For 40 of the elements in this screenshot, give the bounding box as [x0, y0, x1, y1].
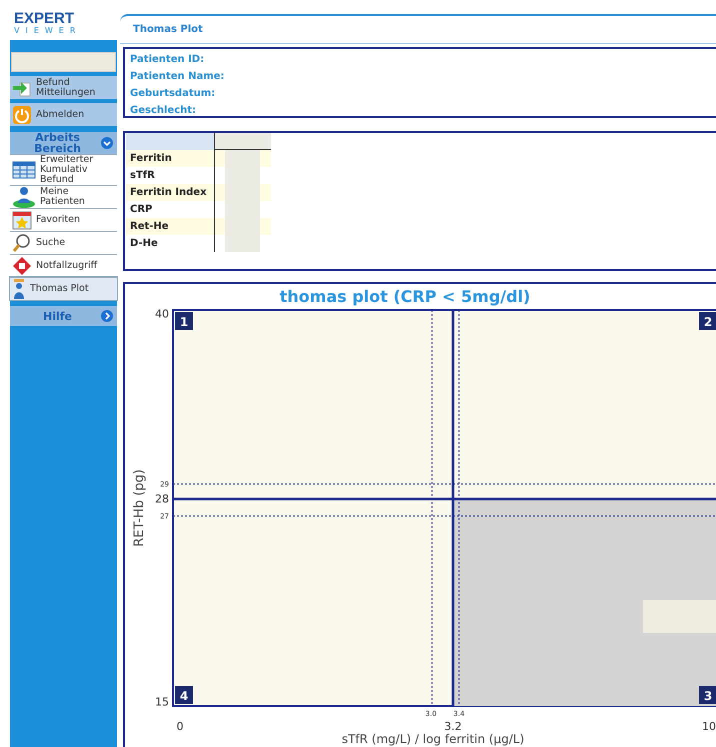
search-field[interactable]	[11, 52, 116, 72]
nav-item[interactable]: Thomas Plot	[10, 277, 117, 300]
quadrant-number: 2	[699, 312, 716, 330]
nav-item[interactable]: Erweiterter Kumulativ Befund	[10, 154, 117, 185]
nav-item[interactable]: Meine Patienten	[10, 185, 117, 208]
power-icon	[12, 104, 32, 124]
x-tick-label: 0	[176, 720, 184, 733]
y-tick-label: 28	[155, 492, 169, 506]
quadrant-number: 1	[175, 312, 193, 330]
field-label: Patienten ID:	[130, 53, 204, 67]
field-label: Patienten Name:	[130, 70, 224, 84]
chevron-right-circle-icon	[101, 310, 113, 322]
y-tick-label: 40	[155, 308, 169, 321]
table-cell: Ret-He	[126, 218, 215, 235]
value-cell	[215, 150, 271, 167]
x-tick-label: 10	[702, 720, 716, 733]
nav-item[interactable]: Befund Mitteilungen	[10, 76, 117, 99]
table-cell: Ferritin Index	[126, 184, 215, 201]
person-icon	[12, 186, 36, 208]
y-tick-label: 15	[155, 696, 169, 709]
figure-icon	[12, 278, 26, 300]
quadrant-number: 4	[175, 686, 193, 704]
y-axis-label: RET-Hb (pg)	[132, 469, 147, 547]
chevron-down-circle-icon	[101, 137, 113, 149]
x-axis-label: sTfR (mg/L) / log ferritin (µg/L)	[342, 732, 524, 746]
plot-title: thomas plot (CRP < 5mg/dl)	[280, 287, 530, 306]
x-tick-label: 3.2	[444, 720, 462, 733]
warning-sign-icon	[12, 256, 32, 276]
nav-item[interactable]: Favoriten	[10, 208, 117, 231]
page-title: Thomas Plot	[133, 23, 203, 37]
field-label: Geschlecht:	[130, 104, 196, 118]
table-header-cell	[215, 133, 271, 150]
field-label: Geburtsdatum:	[130, 87, 216, 101]
nav-item[interactable]: Abmelden	[10, 103, 117, 126]
search-icon	[12, 233, 32, 253]
quadrant-number: 3	[699, 686, 716, 704]
nav-item[interactable]: Notfallzugriff	[10, 254, 117, 277]
nav-item[interactable]: Suche	[10, 231, 117, 254]
table-cell: Ferritin	[126, 150, 215, 167]
table-icon	[12, 160, 36, 180]
